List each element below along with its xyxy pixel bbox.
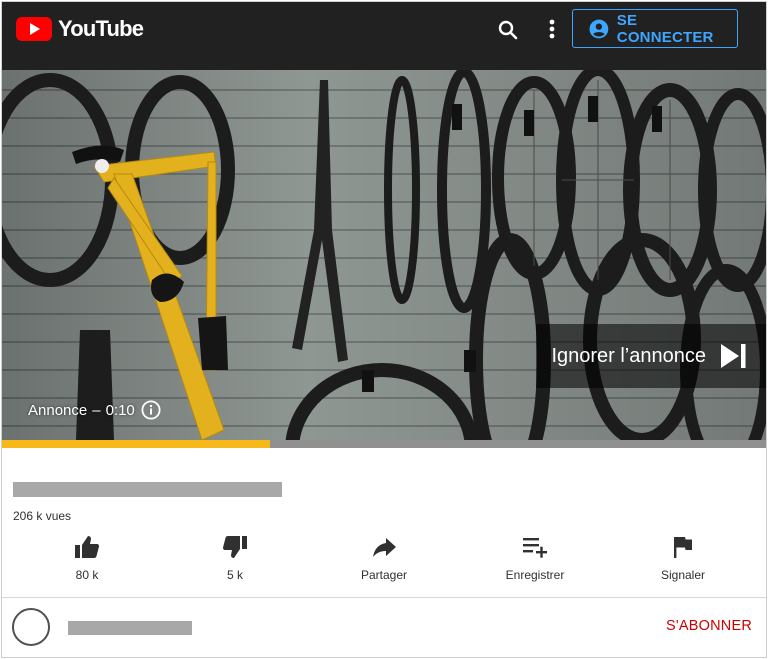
thumb-up-icon bbox=[75, 536, 99, 558]
skip-ad-label: Ignorer l’annonce bbox=[551, 344, 706, 367]
sign-in-label: SE CONNECTER bbox=[616, 11, 714, 46]
thumb-down-icon bbox=[223, 536, 247, 558]
youtube-play-icon bbox=[16, 17, 52, 41]
ad-separator: – bbox=[92, 401, 101, 419]
ad-progress-bar[interactable] bbox=[2, 440, 766, 448]
report-label: Signaler bbox=[660, 568, 706, 582]
account-circle-icon bbox=[589, 19, 609, 38]
share-button[interactable]: Partager bbox=[329, 534, 439, 582]
ad-progress-fill bbox=[2, 440, 271, 448]
more-vertical-icon[interactable] bbox=[540, 16, 564, 44]
channel-name-placeholder[interactable] bbox=[68, 621, 192, 635]
share-label: Partager bbox=[360, 568, 408, 582]
dislike-button[interactable]: 5 k bbox=[180, 534, 290, 582]
logo-text: YouTube bbox=[58, 16, 144, 41]
flag-icon bbox=[674, 537, 692, 558]
channel-avatar[interactable] bbox=[12, 608, 50, 646]
save-button[interactable]: Enregistrer bbox=[480, 534, 590, 582]
youtube-mobile-page: YouTube SE CONNECTER Ignorer l’annonce A… bbox=[1, 1, 767, 658]
top-bar: YouTube SE CONNECTER bbox=[2, 2, 766, 70]
search-icon[interactable] bbox=[494, 16, 522, 44]
video-actions: 80 k 5 k Partager Enregistrer Signaler bbox=[2, 534, 766, 590]
skip-ad-button[interactable]: Ignorer l’annonce bbox=[536, 324, 766, 388]
share-icon bbox=[373, 538, 396, 557]
skip-next-icon bbox=[721, 344, 746, 368]
save-label: Enregistrer bbox=[505, 568, 565, 582]
like-count: 80 k bbox=[75, 568, 99, 582]
video-player[interactable]: Ignorer l’annonce Annonce – 0:10 bbox=[2, 70, 766, 440]
subscribe-button[interactable]: S'ABONNER bbox=[666, 618, 752, 634]
dislike-count: 5 k bbox=[226, 568, 243, 582]
youtube-logo[interactable]: YouTube bbox=[16, 16, 144, 42]
ad-countdown: Annonce – 0:10 bbox=[28, 400, 161, 420]
like-button[interactable]: 80 k bbox=[32, 534, 142, 582]
section-divider bbox=[2, 597, 766, 598]
sign-in-button[interactable]: SE CONNECTER bbox=[572, 9, 738, 48]
info-icon[interactable] bbox=[141, 400, 161, 420]
view-count: 206 k vues bbox=[13, 509, 72, 523]
ad-label-text: Annonce bbox=[28, 401, 88, 419]
ad-time: 0:10 bbox=[105, 401, 135, 419]
video-title-placeholder bbox=[13, 482, 282, 497]
report-button[interactable]: Signaler bbox=[628, 534, 738, 582]
playlist-add-icon bbox=[523, 538, 547, 558]
